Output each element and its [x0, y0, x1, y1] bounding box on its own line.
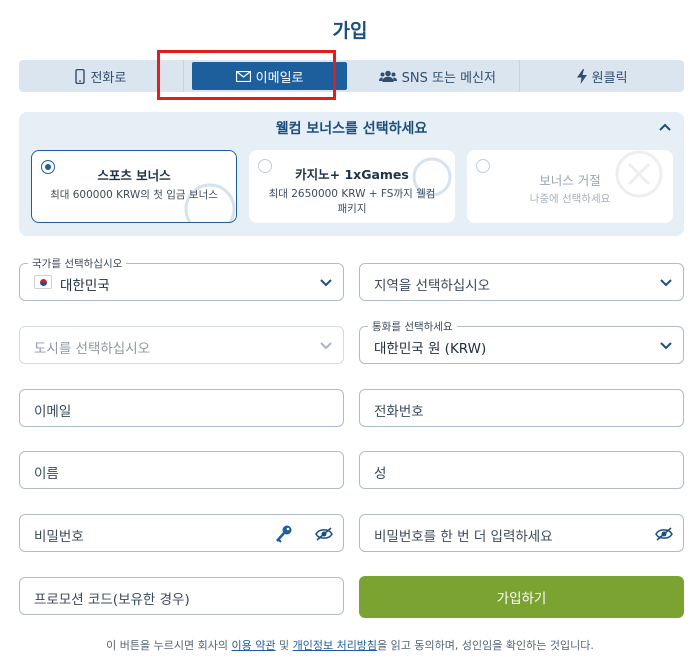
tab-label: SNS 또는 메신저	[401, 70, 496, 86]
password-repeat-field[interactable]: 비밀번호를 한 번 더 입력하세요	[359, 514, 684, 552]
email-placeholder: 이메일	[34, 404, 72, 420]
chevron-down-icon	[660, 279, 672, 287]
chevron-down-icon	[320, 342, 332, 350]
terms-link[interactable]: 이용 약관	[231, 639, 275, 652]
phone-field[interactable]: 전화번호	[359, 389, 684, 427]
currency-select[interactable]: 통화를 선택하세요 대한민국 원 (KRW)	[359, 319, 684, 364]
eye-off-icon[interactable]	[315, 527, 333, 541]
last-name-field[interactable]: 성	[359, 451, 684, 489]
close-circle-icon	[615, 150, 663, 198]
key-icon[interactable]	[275, 524, 293, 544]
terms-notice: 이 버튼을 누르시면 회사의 이용 약관 및 개인정보 처리방침을 읽고 동의하…	[0, 637, 700, 653]
bonus-radio[interactable]	[41, 160, 55, 174]
country-select[interactable]: 국가를 선택하십시오 대한민국	[19, 256, 344, 301]
privacy-link[interactable]: 개인정보 처리방침	[293, 639, 377, 652]
eye-off-icon[interactable]	[655, 527, 673, 541]
country-label: 국가를 선택하십시오	[28, 256, 127, 271]
terms-text: 이 버튼을 누르시면 회사의	[106, 639, 232, 652]
bonus-heading: 웰컴 보너스를 선택하세요	[275, 121, 428, 137]
region-select[interactable]: 지역을 선택하십시오	[359, 263, 684, 301]
promo-placeholder: 프로모션 코드(보유한 경우)	[34, 592, 190, 608]
password-placeholder: 비밀번호	[34, 529, 84, 545]
currency-label: 통화를 선택하세요	[368, 319, 457, 334]
ball-decoration-icon	[184, 183, 236, 222]
first-name-placeholder: 이름	[34, 466, 59, 482]
tab-label: 원클릭	[591, 70, 628, 86]
promo-code-field[interactable]: 프로모션 코드(보유한 경우)	[19, 577, 344, 615]
phone-placeholder: 전화번호	[374, 404, 424, 420]
first-name-field[interactable]: 이름	[19, 451, 344, 489]
welcome-bonus-panel: 웰컴 보너스를 선택하세요 스포츠 보너스 최대 600000 KRW의 첫 입…	[19, 112, 684, 236]
bonus-option-casino[interactable]: 카지노+ 1xGames 최대 2650000 KRW + FS까지 웰컴 패키…	[249, 150, 455, 223]
tab-label: 전화로	[90, 70, 127, 86]
korea-flag-icon	[34, 275, 52, 289]
region-placeholder: 지역을 선택하십시오	[374, 278, 491, 294]
password-repeat-placeholder: 비밀번호를 한 번 더 입력하세요	[374, 529, 553, 545]
bonus-option-sports[interactable]: 스포츠 보너스 최대 600000 KRW의 첫 입금 보너스	[31, 150, 237, 223]
highlight-box	[157, 50, 336, 100]
register-button[interactable]: 가입하기	[359, 576, 684, 618]
terms-text: 및	[275, 639, 293, 652]
page-title: 가입	[332, 20, 368, 42]
users-icon	[378, 70, 397, 82]
bonus-radio[interactable]	[476, 159, 490, 173]
bonus-option-decline[interactable]: 보너스 거절 나중에 선택하세요	[467, 150, 673, 223]
password-field[interactable]: 비밀번호	[19, 514, 344, 552]
country-value: 대한민국	[60, 278, 110, 294]
bonus-radio[interactable]	[258, 159, 272, 173]
phone-icon	[75, 68, 86, 84]
lightning-icon	[576, 68, 587, 84]
chevron-up-icon[interactable]	[658, 120, 672, 134]
chevron-down-icon	[660, 342, 672, 350]
terms-text: 을 읽고 동의하며, 성인임을 확인하는 것입니다.	[377, 639, 594, 652]
city-select[interactable]: 도시를 선택하십시오	[19, 326, 344, 364]
city-placeholder: 도시를 선택하십시오	[34, 341, 151, 357]
registration-method-tabs: 전화로 이메일로 SNS 또는 메신저 원클릭	[19, 60, 684, 92]
chevron-down-icon	[320, 279, 332, 287]
tab-one-click[interactable]: 원클릭	[520, 60, 684, 92]
dice-decoration-icon	[412, 157, 452, 197]
tab-social[interactable]: SNS 또는 메신저	[355, 60, 521, 92]
email-field[interactable]: 이메일	[19, 389, 344, 427]
currency-value: 대한민국 원 (KRW)	[374, 341, 487, 357]
last-name-placeholder: 성	[374, 466, 387, 482]
